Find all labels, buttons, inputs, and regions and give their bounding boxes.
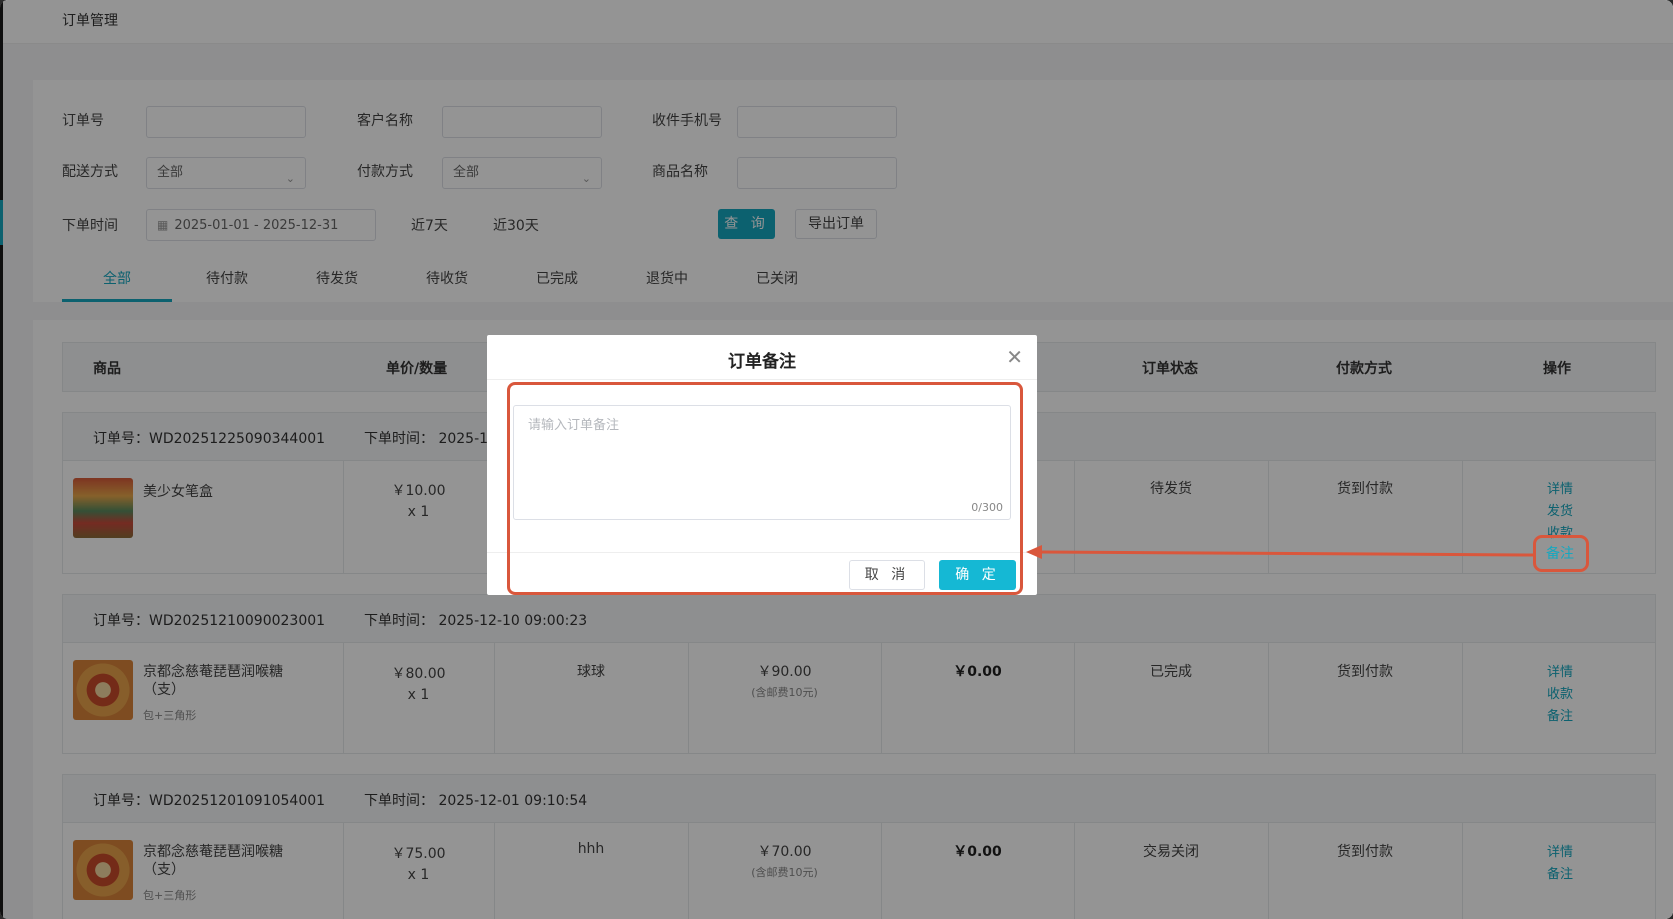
order-management-screen: 订单管理 订单号 客户名称 收件手机号 配送方式 全部 ⌄ 付款方式 全部 ⌄ … <box>0 0 1673 919</box>
close-icon[interactable]: ✕ <box>1006 345 1023 369</box>
dialog-title: 订单备注 <box>728 352 796 372</box>
highlight-dialog-box <box>507 382 1023 595</box>
highlight-note-action <box>1533 535 1589 572</box>
